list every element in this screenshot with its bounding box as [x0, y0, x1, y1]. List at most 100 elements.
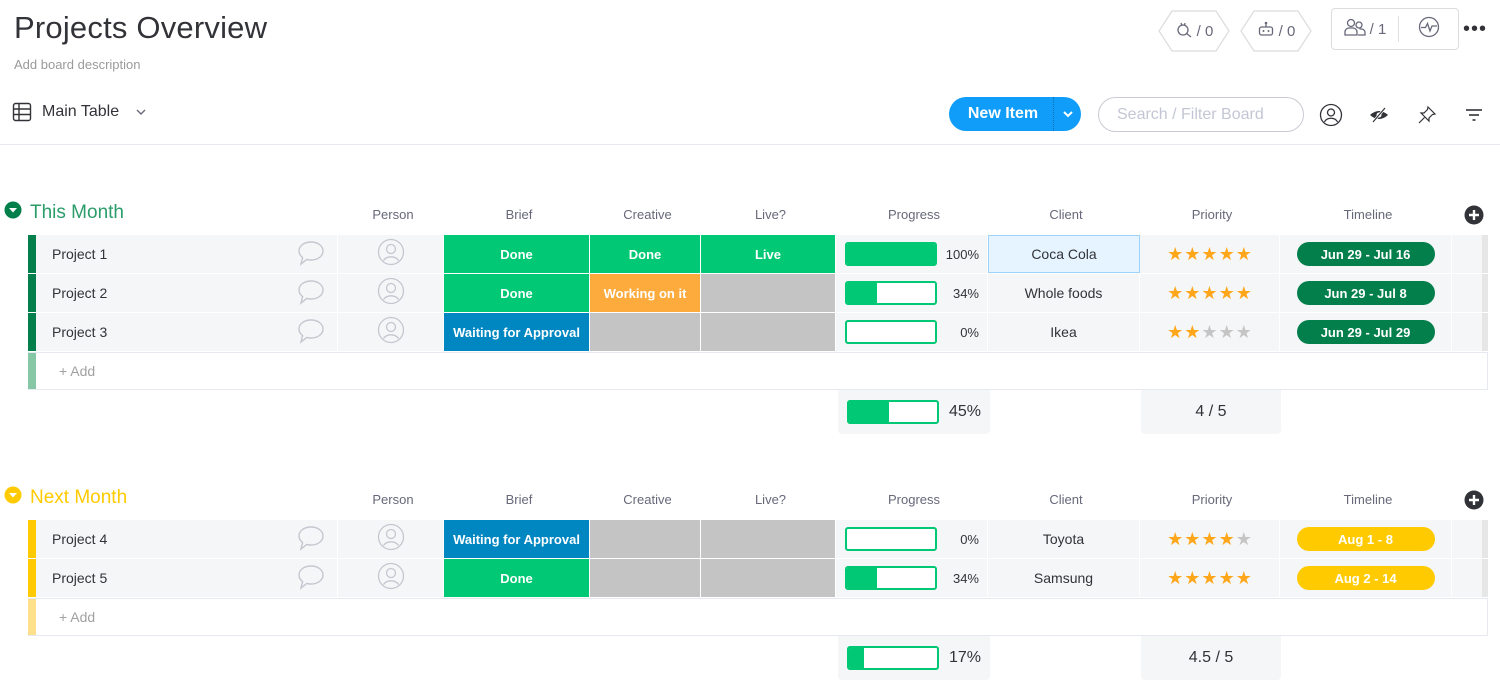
live-status-cell[interactable]: Live: [701, 235, 836, 273]
table-row[interactable]: Project 5 Done 34% Samsung ★ ★ ★ ★ ★ Aug 2 - 14: [28, 559, 1488, 597]
timeline-cell[interactable]: Jun 29 - Jul 8: [1280, 274, 1452, 312]
item-name[interactable]: Project 3: [52, 324, 107, 340]
priority-rating[interactable]: ★ ★ ★ ★ ★: [1140, 235, 1280, 273]
creative-status-cell[interactable]: [590, 520, 701, 558]
column-header-progress[interactable]: Progress: [838, 207, 990, 222]
column-header-person[interactable]: Person: [340, 492, 446, 507]
star-icon[interactable]: ★: [1236, 284, 1252, 302]
star-icon[interactable]: ★: [1167, 530, 1183, 548]
star-icon[interactable]: ★: [1219, 530, 1235, 548]
star-icon[interactable]: ★: [1184, 530, 1200, 548]
column-header-live[interactable]: Live?: [703, 492, 838, 507]
star-icon[interactable]: ★: [1201, 569, 1217, 587]
star-icon[interactable]: ★: [1184, 284, 1200, 302]
item-name[interactable]: Project 4: [52, 531, 107, 547]
priority-rating[interactable]: ★ ★ ★ ★ ★: [1140, 313, 1280, 351]
chevron-down-icon[interactable]: [135, 108, 147, 116]
item-name[interactable]: Project 5: [52, 570, 107, 586]
star-icon[interactable]: ★: [1219, 284, 1235, 302]
sort-filter-icon[interactable]: [1461, 102, 1487, 128]
item-name-cell[interactable]: Project 3: [36, 313, 338, 351]
comment-bubble-icon[interactable]: [297, 318, 325, 347]
comment-bubble-icon[interactable]: [297, 240, 325, 269]
comment-bubble-icon[interactable]: [297, 279, 325, 308]
brief-status-cell[interactable]: Done: [444, 559, 590, 597]
brief-status-cell[interactable]: Done: [444, 235, 590, 273]
star-icon[interactable]: ★: [1201, 245, 1217, 263]
star-icon[interactable]: ★: [1184, 323, 1200, 341]
star-icon[interactable]: ★: [1236, 569, 1252, 587]
comment-bubble-icon[interactable]: [297, 564, 325, 593]
timeline-pill[interactable]: Jun 29 - Jul 16: [1296, 242, 1435, 266]
timeline-cell[interactable]: Aug 2 - 14: [1280, 559, 1452, 597]
timeline-pill[interactable]: Aug 2 - 14: [1296, 566, 1435, 590]
board-title[interactable]: Projects Overview: [14, 10, 267, 46]
live-status-cell[interactable]: [701, 559, 836, 597]
creative-status-cell[interactable]: Working on it: [590, 274, 701, 312]
timeline-cell[interactable]: Aug 1 - 8: [1280, 520, 1452, 558]
star-icon[interactable]: ★: [1236, 323, 1252, 341]
brief-status-cell[interactable]: Done: [444, 274, 590, 312]
brief-status-cell[interactable]: Waiting for Approval: [444, 313, 590, 351]
item-name[interactable]: Project 1: [52, 246, 107, 262]
item-name-cell[interactable]: Project 4: [36, 520, 338, 558]
table-row[interactable]: Project 4 Waiting for Approval 0% Toyota ★ ★ ★…: [28, 520, 1488, 558]
column-header-timeline[interactable]: Timeline: [1282, 207, 1454, 222]
column-header-client[interactable]: Client: [990, 492, 1142, 507]
star-icon[interactable]: ★: [1184, 245, 1200, 263]
add-column-plus-icon[interactable]: [1464, 490, 1484, 510]
person-cell[interactable]: [338, 235, 444, 273]
star-icon[interactable]: ★: [1201, 284, 1217, 302]
hide-columns-eye-icon[interactable]: [1366, 102, 1392, 128]
pin-icon[interactable]: [1414, 102, 1440, 128]
star-icon[interactable]: ★: [1184, 569, 1200, 587]
person-cell[interactable]: [338, 274, 444, 312]
timeline-pill[interactable]: Jun 29 - Jul 29: [1296, 320, 1435, 344]
column-header-client[interactable]: Client: [990, 207, 1142, 222]
group-header[interactable]: Next Month: [4, 486, 127, 510]
creative-status-cell[interactable]: Done: [590, 235, 701, 273]
person-avatar-icon[interactable]: [377, 238, 405, 271]
table-row[interactable]: Project 3 Waiting for Approval 0% Ikea ★ ★ ★ ★ ★…: [28, 313, 1488, 351]
star-icon[interactable]: ★: [1219, 569, 1235, 587]
collapse-caret-icon[interactable]: [4, 486, 22, 510]
item-name-cell[interactable]: Project 5: [36, 559, 338, 597]
star-icon[interactable]: ★: [1236, 245, 1252, 263]
table-row[interactable]: Project 1 Done Done Live 100% Coca Cola ★ ★ ★ ★ ★ J…: [28, 235, 1488, 273]
column-header-brief[interactable]: Brief: [446, 207, 592, 222]
integrations-button[interactable]: / 0: [1158, 10, 1230, 52]
new-item-dropdown-chevron-icon[interactable]: [1054, 110, 1081, 118]
item-name[interactable]: Project 2: [52, 285, 107, 301]
star-icon[interactable]: ★: [1219, 245, 1235, 263]
new-item-button[interactable]: New Item: [949, 105, 1053, 123]
column-header-creative[interactable]: Creative: [592, 492, 703, 507]
column-header-progress[interactable]: Progress: [838, 492, 990, 507]
timeline-cell[interactable]: Jun 29 - Jul 29: [1280, 313, 1452, 351]
creative-status-cell[interactable]: [590, 313, 701, 351]
main-table-view-tab[interactable]: Main Table: [12, 102, 147, 122]
group-header[interactable]: This Month: [4, 201, 124, 225]
client-cell[interactable]: Coca Cola: [988, 235, 1140, 273]
add-item-input[interactable]: + Add: [36, 599, 1487, 635]
person-avatar-icon[interactable]: [377, 277, 405, 310]
table-row[interactable]: Project 2 Done Working on it 34% Whole foods…: [28, 274, 1488, 312]
automations-button[interactable]: / 0: [1240, 10, 1312, 52]
person-filter-icon[interactable]: [1318, 102, 1344, 128]
client-cell[interactable]: Whole foods: [988, 274, 1140, 312]
star-icon[interactable]: ★: [1167, 284, 1183, 302]
add-column-plus-icon[interactable]: [1464, 205, 1484, 225]
person-cell[interactable]: [338, 313, 444, 351]
priority-rating[interactable]: ★ ★ ★ ★ ★: [1140, 559, 1280, 597]
star-icon[interactable]: ★: [1167, 569, 1183, 587]
column-header-brief[interactable]: Brief: [446, 492, 592, 507]
timeline-cell[interactable]: Jun 29 - Jul 16: [1280, 235, 1452, 273]
client-cell[interactable]: Toyota: [988, 520, 1140, 558]
add-item-row[interactable]: + Add: [28, 352, 1488, 390]
star-icon[interactable]: ★: [1167, 245, 1183, 263]
members-button[interactable]: / 1: [1332, 9, 1398, 49]
live-status-cell[interactable]: [701, 520, 836, 558]
live-status-cell[interactable]: [701, 274, 836, 312]
person-avatar-icon[interactable]: [377, 316, 405, 349]
column-header-person[interactable]: Person: [340, 207, 446, 222]
star-icon[interactable]: ★: [1219, 323, 1235, 341]
